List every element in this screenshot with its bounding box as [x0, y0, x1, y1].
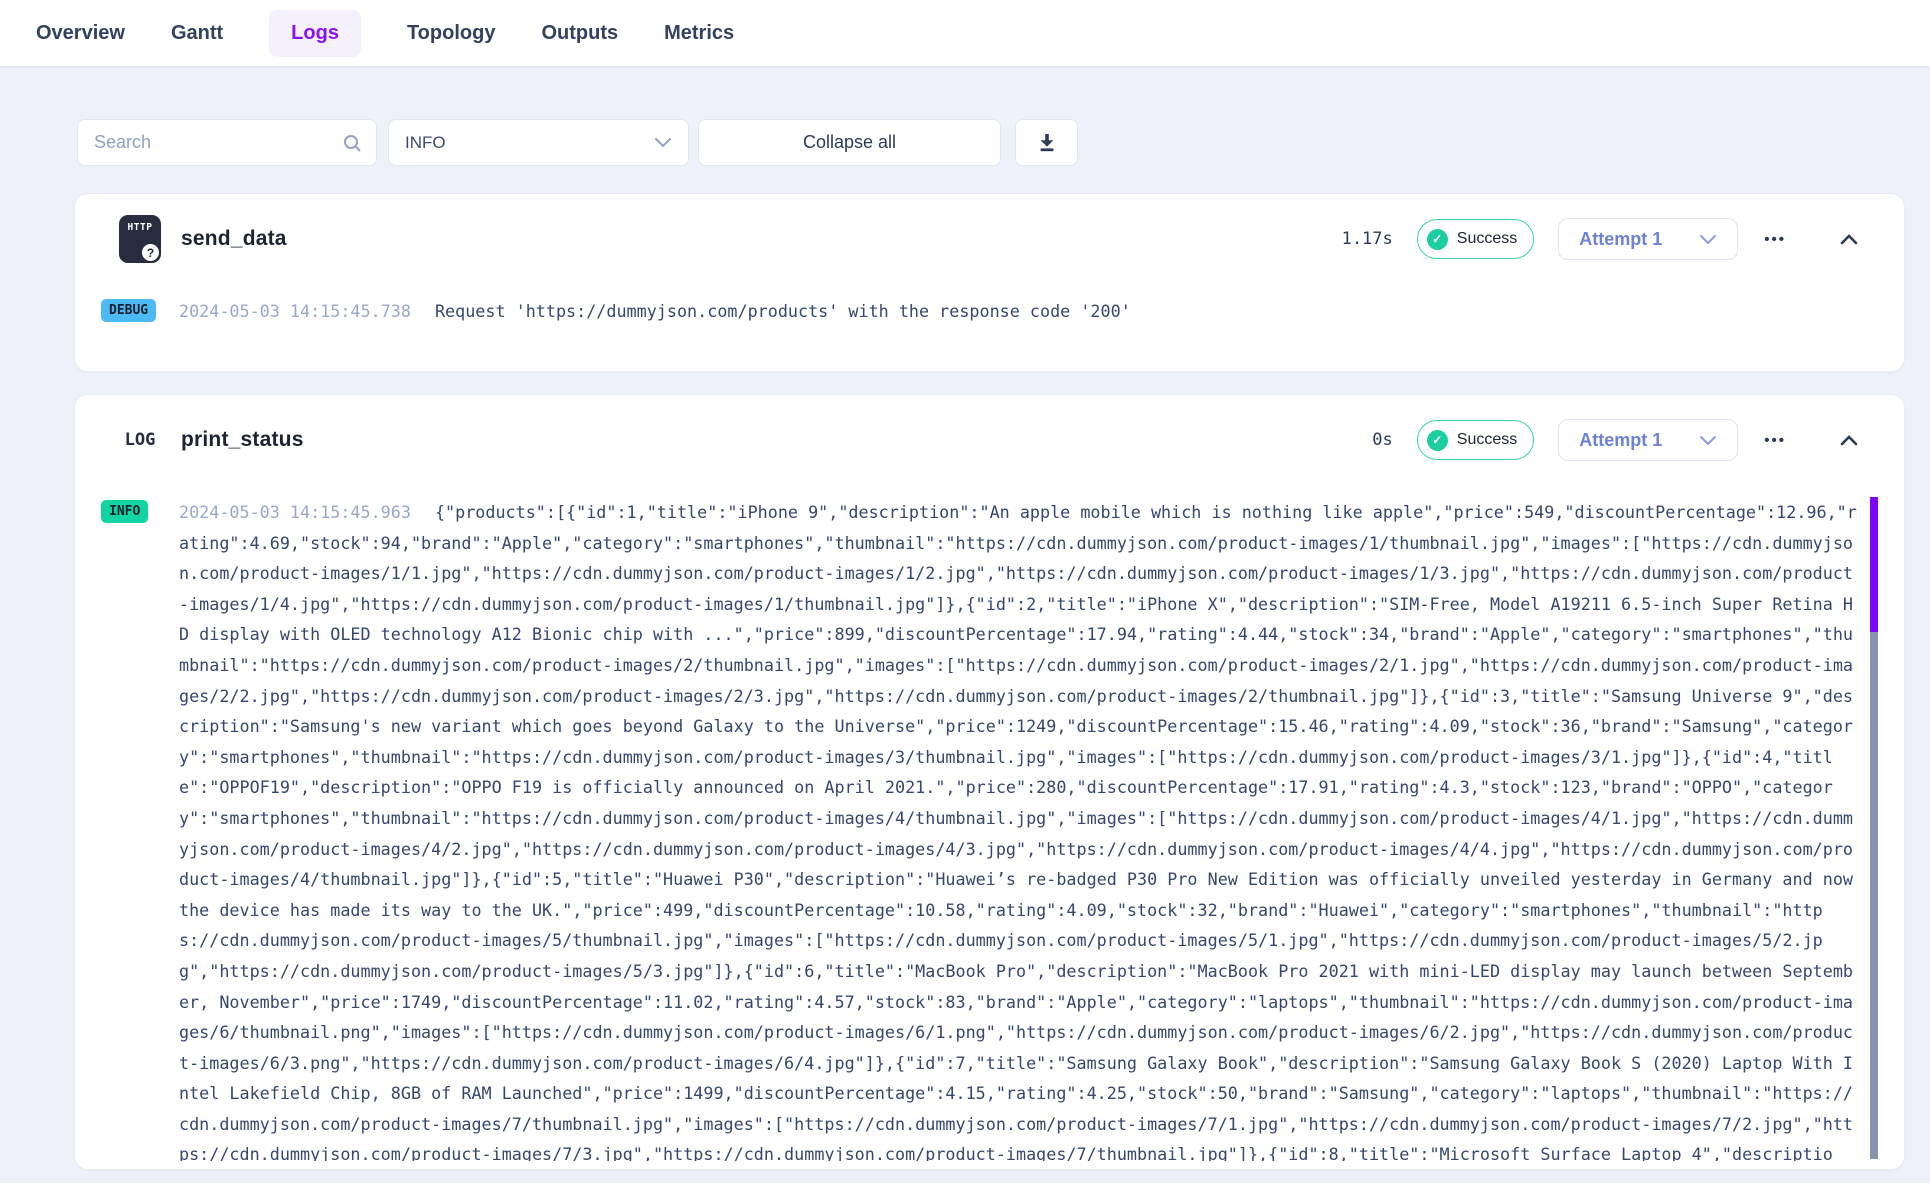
tab-gantt[interactable]: Gantt	[171, 22, 223, 45]
tab-topology[interactable]: Topology	[407, 22, 496, 45]
attempt-selector[interactable]: Attempt 1	[1558, 218, 1739, 260]
task-duration: 0s	[1372, 430, 1393, 450]
download-button[interactable]	[1015, 119, 1078, 166]
log-level-badge: INFO	[101, 500, 149, 523]
collapse-all-button[interactable]: Collapse all	[698, 119, 1001, 166]
attempt-label: Attempt 1	[1579, 228, 1663, 249]
ellipsis-menu-button[interactable]: •••	[1762, 225, 1788, 254]
check-circle-icon: ✓	[1426, 228, 1448, 250]
chevron-down-icon	[1699, 234, 1717, 245]
http-icon-question-mark: ?	[142, 244, 159, 261]
download-icon	[1036, 132, 1058, 154]
task-card-header: LOG print_status 0s ✓ Success Attempt 1 …	[101, 413, 1878, 467]
collapse-card-button[interactable]	[1836, 228, 1862, 251]
attempt-selector[interactable]: Attempt 1	[1558, 419, 1739, 461]
task-card-header: HTTP ? send_data 1.17s ✓ Success Attempt…	[101, 212, 1878, 266]
log-message: Request 'https://dummyjson.com/products'…	[434, 301, 1131, 321]
log-row: INFO 2024-05-03 14:15:45.963 {"products":…	[101, 497, 1878, 1161]
log-task-icon: LOG	[124, 430, 156, 450]
log-line: 2024-05-03 14:15:45.963 {"products":[{"id…	[179, 497, 1863, 1161]
level-filter-select[interactable]: INFO	[388, 119, 689, 166]
chevron-down-icon	[654, 137, 672, 148]
http-task-icon: HTTP ?	[119, 215, 161, 263]
log-row: DEBUG 2024-05-03 14:15:45.738 Request 'ht…	[101, 296, 1878, 327]
status-label: Success	[1456, 431, 1518, 448]
level-filter-value: INFO	[405, 132, 446, 152]
log-output-area: INFO 2024-05-03 14:15:45.963 {"products":…	[101, 497, 1878, 1161]
tab-outputs[interactable]: Outputs	[541, 22, 618, 45]
chevron-up-icon	[1840, 233, 1858, 244]
collapse-all-label: Collapse all	[802, 132, 897, 152]
http-icon-word: HTTP	[127, 222, 153, 233]
status-label: Success	[1456, 230, 1518, 247]
task-card-send-data: HTTP ? send_data 1.17s ✓ Success Attempt…	[74, 193, 1905, 372]
tab-metrics[interactable]: Metrics	[664, 22, 734, 45]
status-badge: ✓ Success	[1416, 219, 1535, 259]
scrollbar-track	[1870, 632, 1878, 1159]
task-duration: 1.17s	[1341, 229, 1393, 249]
scrollbar-thumb[interactable]	[1870, 497, 1878, 632]
search-box	[77, 119, 377, 166]
chevron-up-icon	[1840, 434, 1858, 445]
task-card-print-status: LOG print_status 0s ✓ Success Attempt 1 …	[74, 394, 1905, 1170]
attempt-label: Attempt 1	[1579, 429, 1663, 450]
check-circle-icon: ✓	[1426, 429, 1448, 451]
task-title: print_status	[181, 428, 304, 451]
search-icon	[342, 133, 362, 153]
task-title: send_data	[181, 227, 287, 250]
status-badge: ✓ Success	[1416, 420, 1535, 460]
log-message: {"products":[{"id":1,"title":"iPhone 9",…	[179, 502, 1857, 1161]
collapse-card-button[interactable]	[1836, 429, 1862, 452]
log-line: 2024-05-03 14:15:45.738 Request 'https://…	[179, 296, 1863, 327]
log-scrollbar[interactable]	[1870, 497, 1878, 1159]
top-tab-bar: Overview Gantt Logs Topology Outputs Met…	[0, 0, 1930, 66]
tab-logs[interactable]: Logs	[269, 9, 361, 57]
search-input[interactable]	[94, 132, 342, 153]
tab-overview[interactable]: Overview	[36, 22, 125, 45]
log-timestamp: 2024-05-03 14:15:45.963	[179, 502, 411, 522]
chevron-down-icon	[1699, 435, 1717, 446]
log-level-badge: DEBUG	[101, 299, 157, 322]
ellipsis-menu-button[interactable]: •••	[1762, 426, 1788, 455]
log-timestamp: 2024-05-03 14:15:45.738	[179, 301, 411, 321]
bottom-strip	[0, 1183, 1930, 1193]
